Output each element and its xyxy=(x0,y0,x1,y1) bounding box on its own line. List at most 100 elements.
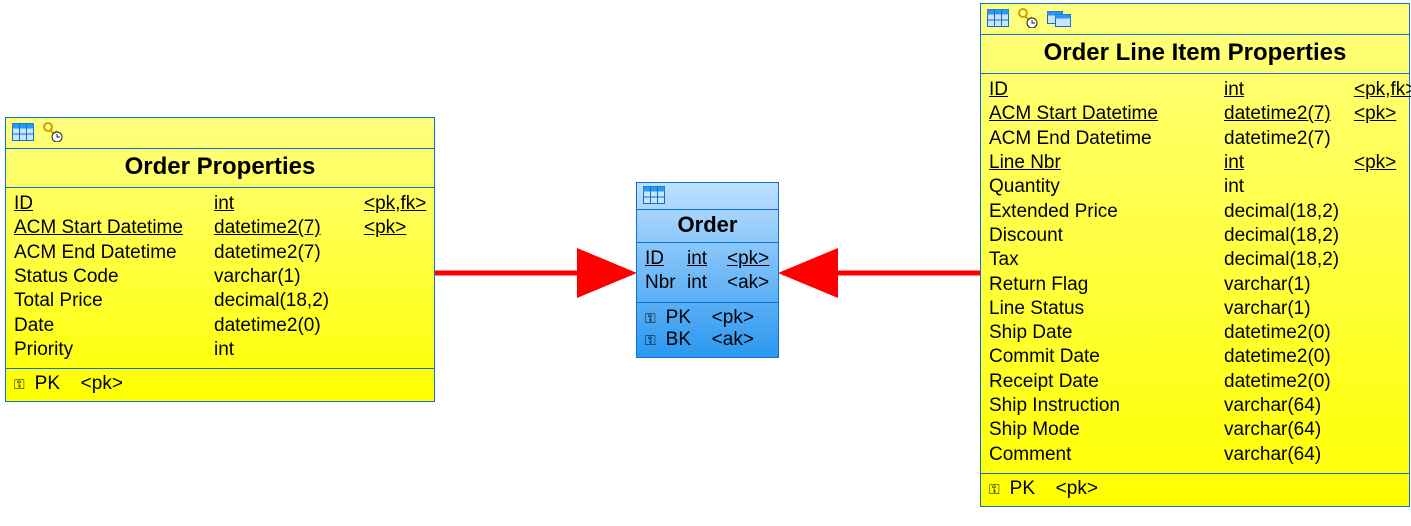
table-icon xyxy=(987,9,1009,27)
column-row: Comment varchar(64) xyxy=(989,443,1401,467)
column-name: Tax xyxy=(989,248,1224,272)
key-icon xyxy=(989,482,1000,496)
column-row: Receipt Date datetime2(0) xyxy=(989,370,1401,394)
column-type: datetime2(0) xyxy=(1224,321,1354,345)
column-type: datetime2(7) xyxy=(214,216,364,240)
column-type: datetime2(0) xyxy=(1224,345,1354,369)
column-name: Status Code xyxy=(14,265,214,289)
column-row: Discount decimal(18,2) xyxy=(989,224,1401,248)
key-icon xyxy=(645,311,656,325)
column-keys: <pk,fk> xyxy=(364,192,434,216)
column-type: int xyxy=(687,247,727,271)
column-name: Return Flag xyxy=(989,273,1224,297)
column-name: Date xyxy=(14,314,214,338)
key-icon xyxy=(645,333,656,347)
column-type: varchar(1) xyxy=(1224,273,1354,297)
key-spec: <pk> xyxy=(1056,478,1098,500)
table-icon xyxy=(643,186,665,204)
column-row: Return Flag varchar(1) xyxy=(989,273,1401,297)
column-keys: <pk> xyxy=(364,216,434,240)
column-keys: <pk> xyxy=(1354,151,1411,175)
column-type: int xyxy=(1224,78,1354,102)
column-name: Quantity xyxy=(989,175,1224,199)
entity-columns: ID int <pk> Nbr int <ak> xyxy=(637,243,778,302)
column-row: ACM Start Datetime datetime2(7) <pk> xyxy=(989,102,1401,126)
column-row: ACM End Datetime datetime2(7) xyxy=(14,241,426,265)
entity-title: Order Line Item Properties xyxy=(981,35,1409,74)
key-spec: <pk> xyxy=(712,307,754,329)
column-name: Receipt Date xyxy=(989,370,1224,394)
key-row: PK <pk> xyxy=(989,478,1401,500)
column-type: int xyxy=(687,271,727,295)
column-name: Ship Mode xyxy=(989,418,1224,442)
temporal-key-icon xyxy=(1017,8,1039,28)
entity-columns: ID int <pk,fk> ACM Start Datetime dateti… xyxy=(6,188,434,368)
key-name: PK xyxy=(35,373,71,395)
column-name: Line Status xyxy=(989,297,1224,321)
column-type: decimal(18,2) xyxy=(1224,248,1354,272)
column-type: varchar(64) xyxy=(1224,394,1354,418)
column-row: Nbr int <ak> xyxy=(645,271,770,295)
column-row: Status Code varchar(1) xyxy=(14,265,426,289)
column-row: ACM End Datetime datetime2(7) xyxy=(989,127,1401,151)
column-name: Extended Price xyxy=(989,200,1224,224)
column-name: Ship Date xyxy=(989,321,1224,345)
column-name: ACM Start Datetime xyxy=(14,216,214,240)
entity-order[interactable]: Order ID int <pk> Nbr int <ak> PK <pk> B… xyxy=(636,182,779,358)
column-row: ID int <pk,fk> xyxy=(14,192,426,216)
column-type: decimal(18,2) xyxy=(1224,200,1354,224)
entity-title: Order Properties xyxy=(6,149,434,188)
column-row: Line Nbr int <pk> xyxy=(989,151,1401,175)
column-type: decimal(18,2) xyxy=(1224,224,1354,248)
column-type: int xyxy=(214,192,364,216)
key-row: PK <pk> xyxy=(645,307,770,329)
entity-header xyxy=(6,118,434,149)
column-type: datetime2(7) xyxy=(1224,127,1354,151)
column-name: Priority xyxy=(14,338,214,362)
column-row: Tax decimal(18,2) xyxy=(989,248,1401,272)
column-type: varchar(1) xyxy=(214,265,364,289)
entity-keys: PK <pk> xyxy=(981,473,1409,506)
column-type: varchar(64) xyxy=(1224,418,1354,442)
column-name: ACM Start Datetime xyxy=(989,102,1224,126)
entity-keys: PK <pk> xyxy=(6,368,434,401)
entity-header xyxy=(981,4,1409,35)
entity-order-line-item-properties[interactable]: Order Line Item Properties ID int <pk,fk… xyxy=(980,3,1410,507)
key-name: BK xyxy=(666,329,702,351)
key-name: PK xyxy=(666,307,702,329)
entity-order-properties[interactable]: Order Properties ID int <pk,fk> ACM Star… xyxy=(5,117,435,402)
column-keys: <pk,fk> xyxy=(1354,78,1411,102)
column-name: Ship Instruction xyxy=(989,394,1224,418)
view-link-icon xyxy=(1047,8,1073,28)
column-row: Ship Date datetime2(0) xyxy=(989,321,1401,345)
column-row: Total Price decimal(18,2) xyxy=(14,289,426,313)
column-name: Discount xyxy=(989,224,1224,248)
column-name: ACM End Datetime xyxy=(989,127,1224,151)
column-row: Quantity int xyxy=(989,175,1401,199)
column-keys: <ak> xyxy=(727,271,777,295)
column-name: Nbr xyxy=(645,271,687,295)
entity-header xyxy=(637,183,778,210)
column-row: Ship Mode varchar(64) xyxy=(989,418,1401,442)
entity-title: Order xyxy=(637,210,778,243)
key-row: BK <ak> xyxy=(645,329,770,351)
column-row: Line Status varchar(1) xyxy=(989,297,1401,321)
column-name: Total Price xyxy=(14,289,214,313)
column-type: datetime2(7) xyxy=(214,241,364,265)
key-name: PK xyxy=(1010,478,1046,500)
column-name: ID xyxy=(989,78,1224,102)
column-row: Ship Instruction varchar(64) xyxy=(989,394,1401,418)
column-row: ACM Start Datetime datetime2(7) <pk> xyxy=(14,216,426,240)
column-row: Commit Date datetime2(0) xyxy=(989,345,1401,369)
column-type: varchar(64) xyxy=(1224,443,1354,467)
column-name: ID xyxy=(645,247,687,271)
column-name: ACM End Datetime xyxy=(14,241,214,265)
column-row: Extended Price decimal(18,2) xyxy=(989,200,1401,224)
entity-keys: PK <pk> BK <ak> xyxy=(637,302,778,357)
column-row: Date datetime2(0) xyxy=(14,314,426,338)
temporal-key-icon xyxy=(42,122,64,142)
column-type: datetime2(7) xyxy=(1224,102,1354,126)
column-keys: <pk> xyxy=(1354,102,1411,126)
column-name: Commit Date xyxy=(989,345,1224,369)
column-type: decimal(18,2) xyxy=(214,289,364,313)
